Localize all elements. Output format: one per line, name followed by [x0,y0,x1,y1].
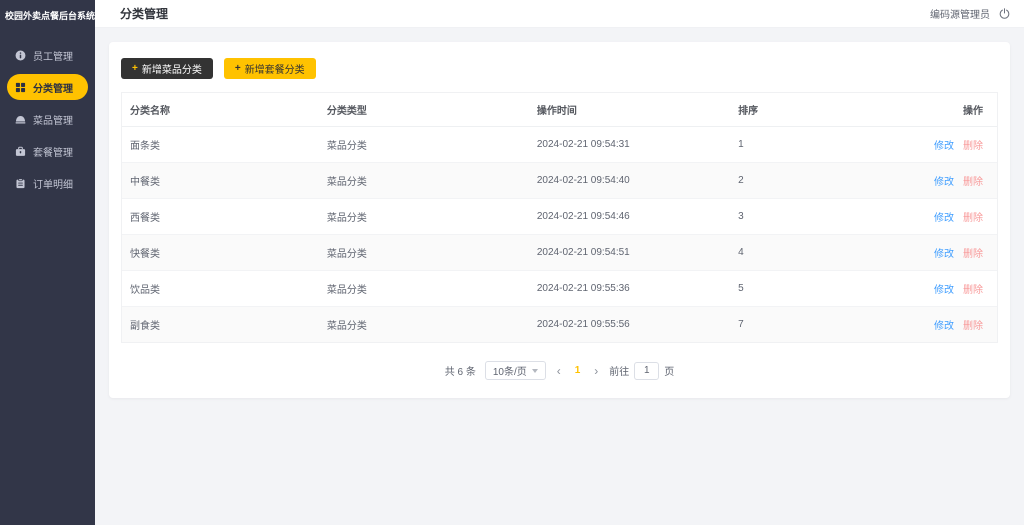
cell-operate-time: 2024-02-21 09:54:31 [528,126,731,163]
cell-actions: 修改 删除 [901,307,997,343]
add-meal-category-button[interactable]: + 新增套餐分类 [223,58,316,79]
table-row: 副食类 菜品分类 2024-02-21 09:55:56 7 修改 删除 [122,306,997,343]
add-meal-category-label: 新增套餐分类 [244,65,305,76]
col-sort: 排序 [730,93,901,127]
sidebar-item-category[interactable]: 分类管理 [7,74,88,100]
cell-actions: 修改 删除 [900,126,997,163]
delete-link[interactable]: 删除 [963,249,983,260]
goto-unit: 页 [664,367,675,378]
page-size-value: 10条/页 [492,367,527,378]
prev-page-button[interactable]: ‹ [555,365,563,377]
col-operate-time: 操作时间 [528,93,731,127]
cell-sort: 5 [730,270,901,307]
sidebar-item-meal[interactable]: 套餐管理 [7,138,88,164]
cell-actions: 修改 删除 [900,162,997,199]
cell-category-name: 副食类 [130,321,160,332]
cell-category-type: 菜品分类 [318,234,529,271]
edit-link[interactable]: 修改 [934,285,954,296]
table-row: 西餐类 菜品分类 2024-02-21 09:54:46 3 修改 删除 [122,198,997,235]
edit-link[interactable]: 修改 [934,321,954,332]
sidebar-item-label: 菜品管理 [33,115,73,127]
plus-icon: + [234,63,241,74]
toolbar: + 新增菜品分类 + 新增套餐分类 [121,58,998,79]
table-row: 中餐类 菜品分类 2024-02-21 09:54:40 2 修改 删除 [122,162,997,199]
cell-category-name: 饮品类 [122,270,319,307]
add-dish-category-button[interactable]: + 新增菜品分类 [121,58,213,79]
meal-icon [14,145,26,157]
content-card: + 新增菜品分类 + 新增套餐分类 分类名称 分类类型 操作时间 排序 操作 面… [109,42,1010,398]
cell-sort: 3 [730,198,901,235]
order-icon [14,177,26,189]
cell-category-type: 菜品分类 [318,126,529,163]
cell-category-name: 西餐类 [122,198,319,235]
cell-sort: 4 [730,234,901,271]
sidebar-item-label: 套餐管理 [33,147,73,159]
delete-link[interactable]: 删除 [963,321,983,332]
table-row: 快餐类 菜品分类 2024-02-21 09:54:51 4 修改 删除 [122,234,997,271]
cell-sort: 2 [730,162,901,199]
col-category-name: 分类名称 [122,93,319,127]
table-row: 面条类 菜品分类 2024-02-21 09:54:31 1 修改 删除 [122,126,997,163]
cell-category-name: 面条类 [122,126,319,163]
cell-operate-time: 2024-02-21 09:55:36 [528,270,731,307]
sidebar-item-orders[interactable]: 订单明细 [7,170,88,196]
sidebar-menu: 员工管理 分类管理 菜品管理 套餐管理 订单明细 [0,42,95,196]
user-name: 编码源管理员 [930,10,990,21]
category-icon [14,81,26,93]
cell-sort: 7 [738,319,744,330]
page-size-select[interactable]: 10条/页 [484,361,546,380]
sidebar-item-dish[interactable]: 菜品管理 [7,106,88,132]
sidebar-item-staff[interactable]: 员工管理 [7,42,88,68]
page-title: 分类管理 [120,7,169,21]
cell-category-type: 菜品分类 [318,270,529,307]
cell-sort: 1 [730,126,901,163]
sidebar: 校园外卖点餐后台系统 员工管理 分类管理 菜品管理 套餐管理 订单明细 [0,0,95,525]
next-page-button[interactable]: › [592,365,600,377]
add-dish-category-label: 新增菜品分类 [141,65,202,76]
cell-operate-time: 2024-02-21 09:55:56 [536,319,630,330]
cell-category-name: 快餐类 [122,234,319,271]
col-actions: 操作 [900,93,997,127]
edit-link[interactable]: 修改 [934,249,954,260]
main-content: + 新增菜品分类 + 新增套餐分类 分类名称 分类类型 操作时间 排序 操作 面… [95,28,1024,525]
col-category-type: 分类类型 [318,93,529,127]
cell-category-type: 菜品分类 [326,321,367,332]
sidebar-item-label: 订单明细 [33,179,73,191]
table-header-row: 分类名称 分类类型 操作时间 排序 操作 [122,93,997,127]
page-number-1[interactable]: 1 [572,365,584,376]
delete-link[interactable]: 删除 [963,177,983,188]
cell-actions: 修改 删除 [900,234,997,271]
goto-page: 前往 页 [609,361,675,380]
pagination-total: 共 6 条 [444,367,476,378]
edit-link[interactable]: 修改 [934,213,954,224]
logout-icon[interactable] [999,8,1010,19]
cell-operate-time: 2024-02-21 09:54:40 [528,162,731,199]
cell-operate-time: 2024-02-21 09:54:46 [528,198,731,235]
plus-icon: + [132,63,138,74]
delete-link[interactable]: 删除 [963,141,983,152]
goto-page-input[interactable] [634,361,660,380]
app-brand: 校园外卖点餐后台系统 [5,11,96,21]
cell-category-type: 菜品分类 [318,198,529,235]
edit-link[interactable]: 修改 [934,141,954,152]
cell-category-type: 菜品分类 [318,162,529,199]
cell-category-name: 中餐类 [122,162,319,199]
chevron-down-icon [531,368,538,373]
delete-link[interactable]: 删除 [963,285,983,296]
staff-icon [14,49,26,61]
sidebar-item-label: 员工管理 [33,51,73,63]
sidebar-item-label: 分类管理 [33,83,73,95]
top-header: 分类管理 编码源管理员 [95,0,1024,28]
category-table: 分类名称 分类类型 操作时间 排序 操作 面条类 菜品分类 2024-02-21… [121,92,998,343]
table-row: 饮品类 菜品分类 2024-02-21 09:55:36 5 修改 删除 [122,270,997,307]
pagination: 共 6 条 10条/页 ‹ 1 › 前往 页 [121,361,998,380]
edit-link[interactable]: 修改 [934,177,954,188]
cell-operate-time: 2024-02-21 09:54:51 [528,234,731,271]
cell-actions: 修改 删除 [900,198,997,235]
dish-icon [14,113,26,125]
cell-actions: 修改 删除 [900,270,997,307]
delete-link[interactable]: 删除 [963,213,983,224]
goto-label: 前往 [609,367,630,378]
